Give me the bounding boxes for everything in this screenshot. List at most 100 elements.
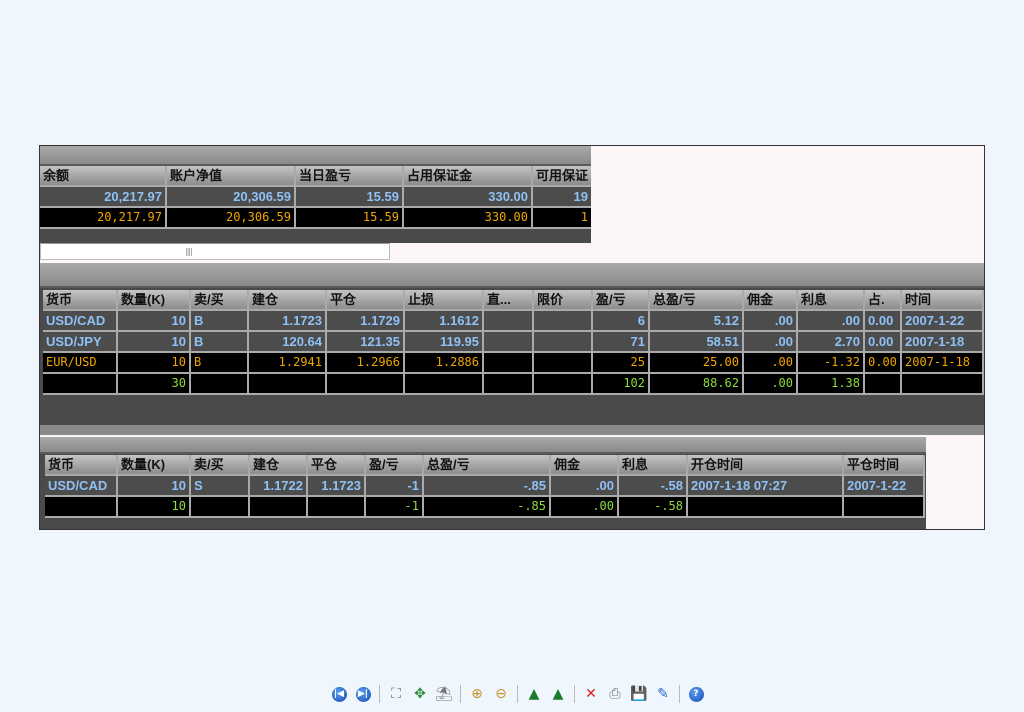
- delete-icon: ✕: [585, 686, 597, 702]
- column-header[interactable]: 卖/买: [191, 455, 250, 476]
- table-cell: .00: [744, 353, 798, 374]
- fit-page-button[interactable]: ⛶: [384, 683, 408, 705]
- delete-button[interactable]: ✕: [579, 683, 603, 705]
- column-header[interactable]: 佣金: [551, 455, 619, 476]
- print-button[interactable]: ⎙: [603, 683, 627, 705]
- help-button[interactable]: ?: [684, 683, 708, 705]
- column-header[interactable]: 盈/亏: [366, 455, 424, 476]
- column-header[interactable]: 可用保证: [533, 166, 591, 187]
- table-cell: .00: [744, 332, 798, 353]
- toolbar-separator: [460, 685, 461, 703]
- column-header[interactable]: 限价: [534, 290, 593, 311]
- table-cell: 1.2886: [405, 353, 484, 374]
- column-header[interactable]: 时间: [902, 290, 984, 311]
- table-cell: 10: [118, 332, 191, 353]
- table-cell: [484, 311, 534, 332]
- table-cell: S: [191, 476, 250, 497]
- slideshow-button[interactable]: ⛱: [432, 683, 456, 705]
- column-header[interactable]: 总盈/亏: [424, 455, 551, 476]
- table-cell: -.58: [619, 497, 688, 518]
- table-cell: 120.64: [249, 332, 327, 353]
- print-icon: ⎙: [609, 686, 621, 702]
- column-header[interactable]: 建仓: [250, 455, 308, 476]
- column-header[interactable]: 平仓: [327, 290, 405, 311]
- column-header[interactable]: 卖/买: [191, 290, 249, 311]
- slideshow-icon: ⛱: [435, 686, 453, 702]
- table-cell: 15.59: [296, 208, 404, 229]
- column-header[interactable]: 余额: [40, 166, 167, 187]
- header-row: 余额 账户净值 当日盈亏 占用保证金 可用保证: [40, 166, 591, 187]
- zoom-in-button[interactable]: ⊕: [465, 683, 489, 705]
- table-cell: B: [191, 353, 249, 374]
- table-cell: 2.70: [798, 332, 865, 353]
- table-cell: 1.1723: [308, 476, 366, 497]
- viewer-toolbar: |◀ ▶| ⛶ ✥ ⛱ ⊕ ⊖ ▲ ▲ ✕ ⎙ 💾 ✎?: [327, 683, 708, 705]
- column-header[interactable]: 直...: [484, 290, 534, 311]
- column-header[interactable]: 总盈/亏: [650, 290, 744, 311]
- table-cell: 0.00: [865, 353, 902, 374]
- table-cell: 71: [593, 332, 650, 353]
- column-header[interactable]: 平仓时间: [844, 455, 925, 476]
- column-header[interactable]: 止损: [405, 290, 484, 311]
- column-header[interactable]: 数量(K): [118, 290, 191, 311]
- column-header[interactable]: 平仓: [308, 455, 366, 476]
- column-header[interactable]: 盈/亏: [593, 290, 650, 311]
- first-page-button[interactable]: |◀: [327, 683, 351, 705]
- table-row[interactable]: 10 -1 -.85.00 -.58: [45, 497, 925, 518]
- table-cell: USD/CAD: [43, 311, 118, 332]
- table-cell: [191, 497, 250, 518]
- table-row[interactable]: 20,217.97 20,306.59 15.59 330.00 1: [40, 208, 591, 229]
- fit-width-button[interactable]: ✥: [408, 683, 432, 705]
- table-cell: 0.00: [865, 332, 902, 353]
- table-cell: 1.2966: [327, 353, 405, 374]
- rotate-right-button[interactable]: ▲: [546, 683, 570, 705]
- save-button[interactable]: 💾: [627, 683, 651, 705]
- horizontal-scrollbar[interactable]: ||||: [40, 243, 390, 260]
- column-header[interactable]: 利息: [798, 290, 865, 311]
- table-row[interactable]: EUR/USD 10 B 1.2941 1.2966 1.2886 25 25.00.00 -1…: [43, 353, 984, 374]
- column-header[interactable]: 佣金: [744, 290, 798, 311]
- rotate-left-button[interactable]: ▲: [522, 683, 546, 705]
- column-header[interactable]: 当日盈亏: [296, 166, 404, 187]
- header-row: 货币 数量(K) 卖/买 建仓 平仓 止损 直... 限价 盈/亏 总盈/亏 佣金 利息 占. 时间: [43, 290, 984, 311]
- edit-button[interactable]: ✎: [651, 683, 675, 705]
- table-cell: 2007-1-18: [902, 332, 984, 353]
- table-cell: 10: [118, 311, 191, 332]
- scrollbar-grip[interactable]: ||||: [185, 247, 193, 256]
- table-cell: 2007-1-18: [902, 353, 984, 374]
- column-header[interactable]: 建仓: [249, 290, 327, 311]
- account-summary-panel: 余额 账户净值 当日盈亏 占用保证金 可用保证 20,217.97 20,306.59 15.…: [40, 146, 591, 243]
- table-cell: 20,306.59: [167, 187, 296, 208]
- table-row[interactable]: 30 102 88.62.00 1.38: [43, 374, 984, 395]
- zoom-out-icon: ⊖: [495, 686, 507, 702]
- table-cell: 58.51: [650, 332, 744, 353]
- table-row[interactable]: USD/JPY 10 B 120.64 121.35 119.95 71 58.51.00 2.…: [43, 332, 984, 353]
- table-cell: [327, 374, 405, 395]
- table-cell: .00: [744, 374, 798, 395]
- column-header[interactable]: 占用保证金: [404, 166, 533, 187]
- table-cell: 19: [533, 187, 591, 208]
- table-row[interactable]: USD/CAD 10 S 1.1722 1.1723 -1 -.85.00 -.58 2007-…: [45, 476, 925, 497]
- table-cell: 20,217.97: [40, 208, 167, 229]
- column-header[interactable]: 开仓时间: [688, 455, 844, 476]
- last-page-button[interactable]: ▶|: [351, 683, 375, 705]
- column-header[interactable]: 账户净值: [167, 166, 296, 187]
- first-page-icon: |◀: [331, 686, 347, 702]
- column-header[interactable]: 数量(K): [118, 455, 191, 476]
- table-cell: -.85: [424, 497, 551, 518]
- zoom-out-button[interactable]: ⊖: [489, 683, 513, 705]
- column-header[interactable]: 利息: [619, 455, 688, 476]
- table-cell: 25.00: [650, 353, 744, 374]
- column-header[interactable]: 货币: [43, 290, 118, 311]
- table-row[interactable]: USD/CAD 10 B 1.1723 1.1729 1.1612 6 5.12.00.00 0…: [43, 311, 984, 332]
- column-header[interactable]: 货币: [45, 455, 118, 476]
- table-cell: B: [191, 311, 249, 332]
- column-header[interactable]: 占.: [865, 290, 902, 311]
- table-cell: [865, 374, 902, 395]
- table-cell: 330.00: [404, 187, 533, 208]
- table-cell: 121.35: [327, 332, 405, 353]
- table-cell: [45, 497, 118, 518]
- table-cell: [688, 497, 844, 518]
- table-row[interactable]: 20,217.97 20,306.59 15.59 330.00 19: [40, 187, 591, 208]
- panel-title-bar: [40, 437, 926, 454]
